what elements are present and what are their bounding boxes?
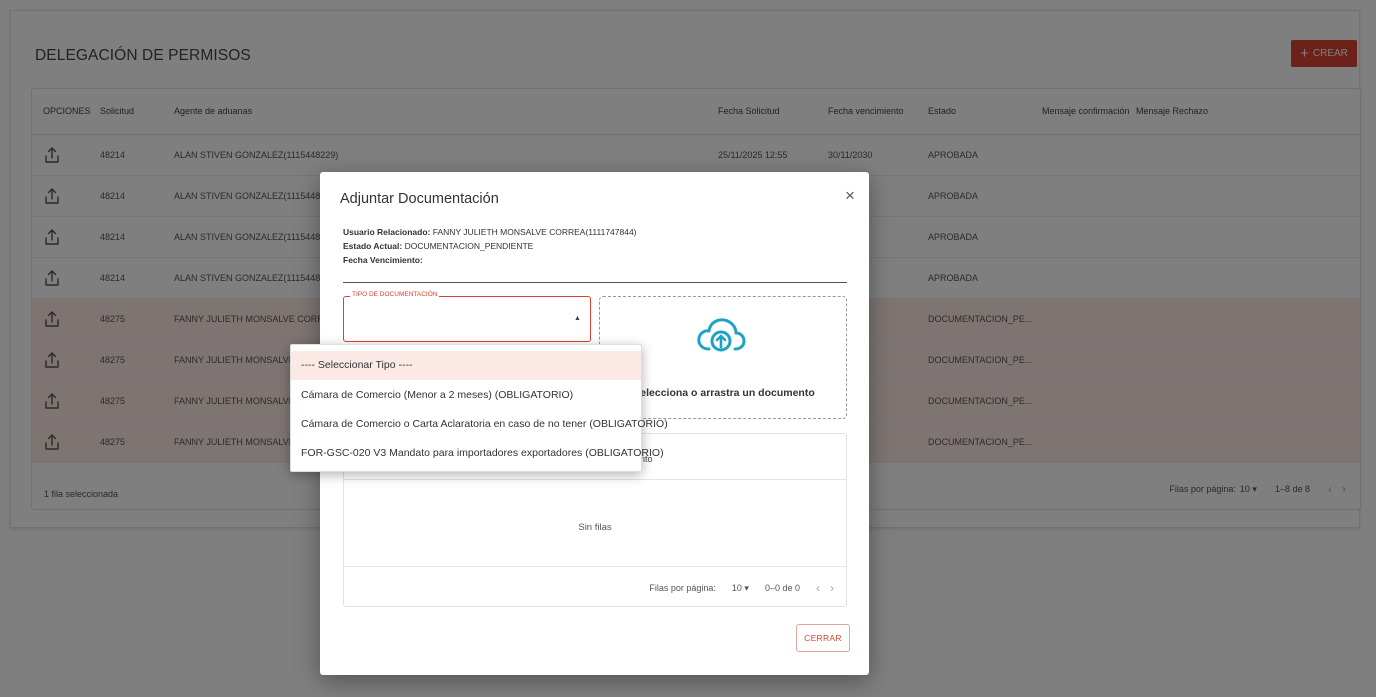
- dropdown-option-placeholder[interactable]: ---- Seleccionar Tipo ----: [291, 351, 641, 380]
- docs-next-page-button[interactable]: ›: [830, 581, 834, 595]
- document-type-dropdown: ---- Seleccionar Tipo ---- Cámara de Com…: [290, 344, 668, 472]
- caret-up-icon: ▲: [574, 315, 581, 322]
- docs-rows-per-page-select[interactable]: 10 ▾: [732, 583, 749, 594]
- close-button[interactable]: CERRAR: [796, 624, 850, 652]
- cloud-upload-icon: [697, 318, 746, 352]
- close-icon[interactable]: ×: [845, 186, 855, 206]
- document-type-select[interactable]: TIPO DE DOCUMENTACIÓN ▲: [343, 291, 591, 342]
- expiration-date-info: Fecha Vencimiento:: [343, 255, 423, 265]
- empty-rows-message: Sin filas: [578, 522, 612, 533]
- related-user-info: Usuario Relacionado: FANNY JULIETH MONSA…: [343, 227, 637, 237]
- docs-page-range: 0–0 de 0: [764, 583, 800, 593]
- info-divider: [343, 282, 847, 283]
- docs-rows-per-page-label: Filas por página:: [649, 583, 716, 593]
- document-type-label: TIPO DE DOCUMENTACIÓN: [350, 291, 440, 298]
- dropdown-option-mandato[interactable]: FOR-GSC-020 V3 Mandato para importadores…: [291, 439, 664, 468]
- current-status-info: Estado Actual: DOCUMENTACION_PENDIENTE: [343, 241, 534, 251]
- dropdown-option-camara-comercio[interactable]: Cámara de Comercio (Menor a 2 meses) (OB…: [291, 381, 641, 410]
- dropdown-option-carta-aclaratoria[interactable]: Cámara de Comercio o Carta Aclaratoria e…: [291, 410, 668, 439]
- documents-pagination: Filas por página: 10 ▾ 0–0 de 0 ‹ ›: [344, 566, 846, 607]
- docs-prev-page-button[interactable]: ‹: [816, 581, 820, 595]
- modal-title: Adjuntar Documentación: [340, 191, 499, 207]
